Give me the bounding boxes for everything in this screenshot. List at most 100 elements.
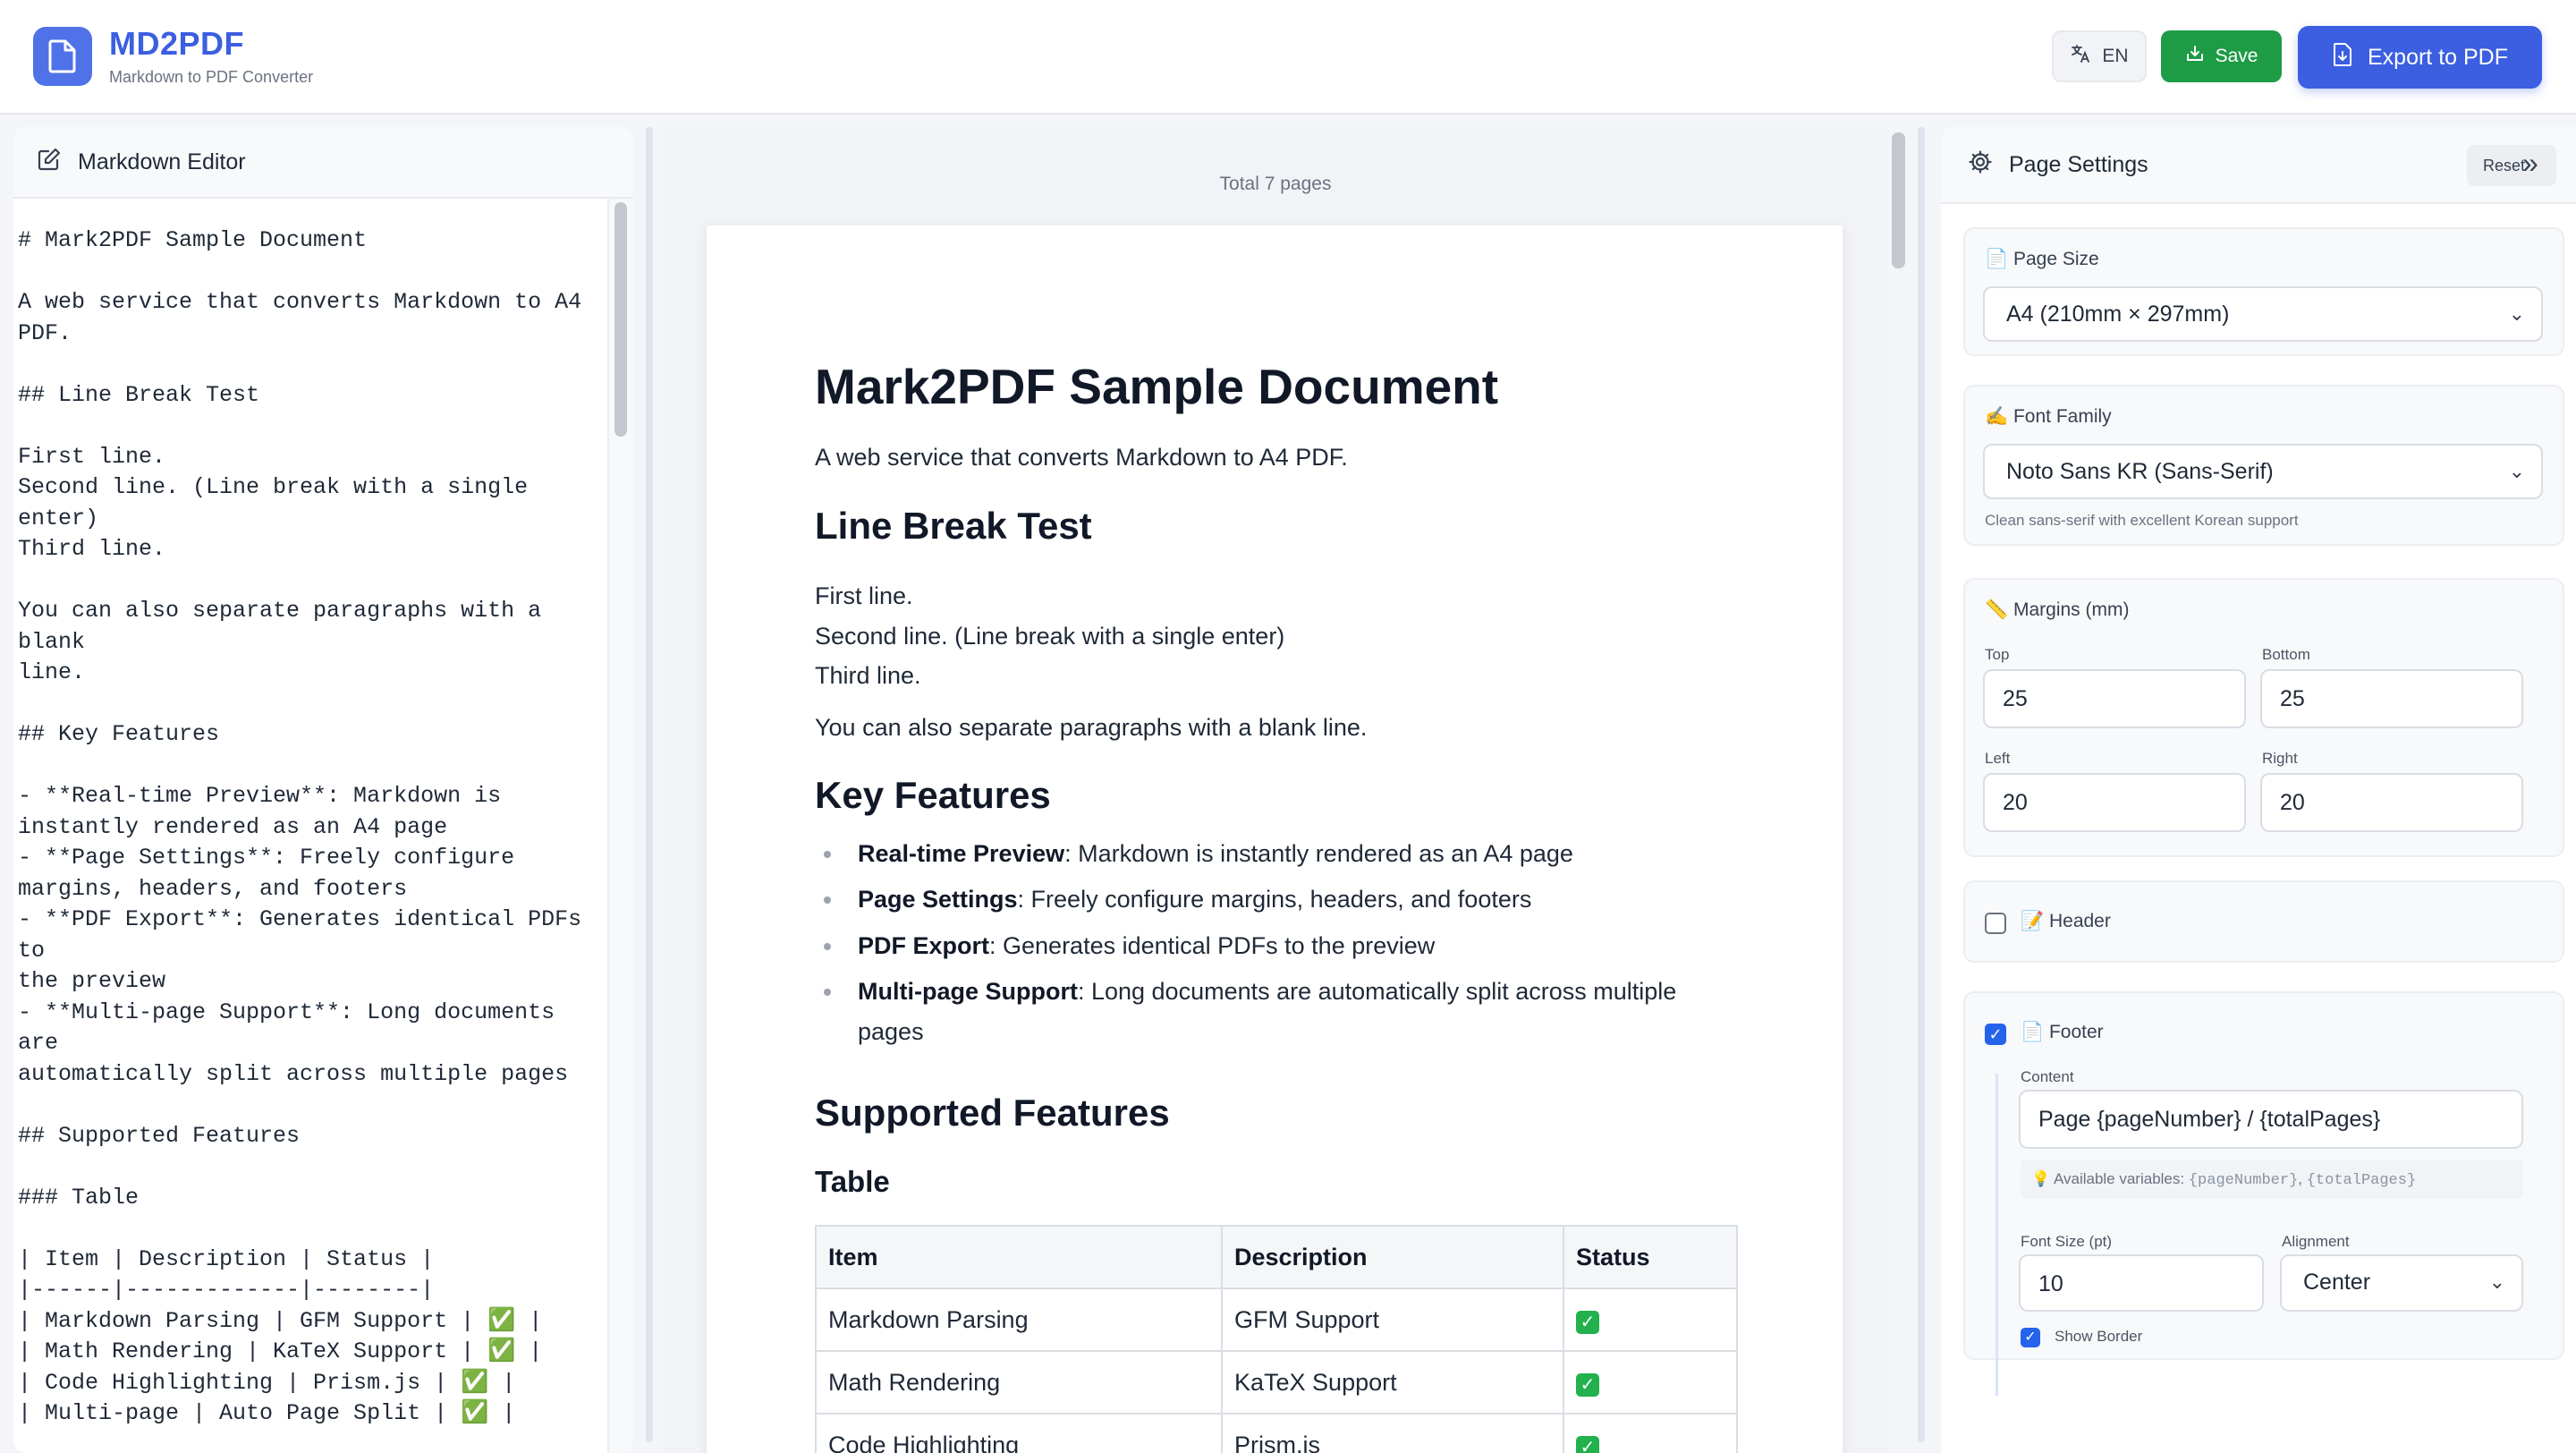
table-cell: ✓	[1563, 1413, 1738, 1453]
margin-bottom-input[interactable]: 25	[2260, 669, 2523, 728]
table-cell: ✓	[1563, 1350, 1738, 1415]
table-cell: KaTeX Support	[1221, 1350, 1564, 1415]
total-pages-label: Total 7 pages	[1219, 174, 1332, 194]
font-family-select[interactable]: Noto Sans KR (Sans-Serif) ⌄	[1983, 444, 2543, 499]
editor-header: Markdown Editor	[13, 127, 633, 199]
table-row: Code Highlighting Prism.js ✓	[815, 1413, 1738, 1453]
app-title: MD2PDF	[109, 25, 245, 62]
table-row: Math Rendering KaTeX Support ✓	[815, 1350, 1738, 1415]
font-family-label: ✍️ Font Family	[1985, 406, 2112, 427]
chevron-down-icon: ⌄	[2508, 460, 2525, 482]
footer-content-input[interactable]: Page {pageNumber} / {totalPages}	[2019, 1090, 2523, 1149]
margin-left-label: Left	[1985, 750, 2011, 767]
preview-line1: First line.	[815, 582, 913, 609]
feature-item: PDF Export: Generates identical PDFs to …	[824, 926, 1707, 966]
preview-h2-supported: Supported Features	[815, 1092, 1170, 1134]
document-icon	[33, 27, 92, 86]
footer-alignment-select[interactable]: Center ⌄	[2280, 1254, 2523, 1312]
footer-indent-line	[1996, 1074, 1998, 1396]
check-icon: ✓	[1576, 1435, 1599, 1453]
preview-h1: Mark2PDF Sample Document	[815, 359, 1499, 414]
show-border-label: Show Border	[2055, 1328, 2143, 1345]
preview-intro: A web service that converts Markdown to …	[815, 444, 1348, 471]
header-checkbox[interactable]	[1985, 913, 2006, 934]
table-cell: Prism.js	[1221, 1413, 1564, 1453]
settings-title: Page Settings	[2009, 151, 2148, 177]
language-label: EN	[2102, 46, 2129, 66]
app-subtitle: Markdown to PDF Converter	[109, 68, 314, 86]
vars-prefix: 💡 Available variables:	[2031, 1170, 2185, 1187]
editor-resize-handle[interactable]	[646, 127, 653, 1442]
table-cell: Math Rendering	[815, 1350, 1223, 1415]
table-header-row: Item Description Status	[815, 1225, 1738, 1289]
font-family-hint: Clean sans-serif with excellent Korean s…	[1985, 512, 2299, 529]
table-row: Markdown Parsing GFM Support ✓	[815, 1287, 1738, 1352]
table-header-cell: Description	[1221, 1225, 1564, 1289]
preview-line2: Second line. (Line break with a single e…	[815, 623, 1285, 650]
footer-card: ✓ 📄 Footer Content Page {pageNumber} / {…	[1963, 991, 2564, 1396]
page-settings-panel: Page Settings Reset » 📄 Page Size A4 (21…	[1941, 127, 2576, 1453]
reset-button[interactable]: Reset	[2467, 145, 2556, 186]
editor-title: Markdown Editor	[78, 149, 246, 174]
footer-font-size-input[interactable]: 10	[2019, 1254, 2264, 1312]
font-family-value: Noto Sans KR (Sans-Serif)	[2006, 459, 2274, 484]
preview-h2-key-features: Key Features	[815, 774, 1051, 816]
language-button[interactable]: EN	[2052, 30, 2147, 82]
edit-icon	[37, 147, 62, 178]
chevron-down-icon: ⌄	[2488, 1270, 2505, 1293]
chevron-down-icon: ⌄	[2508, 302, 2525, 325]
page-size-select[interactable]: A4 (210mm × 297mm) ⌄	[1983, 286, 2543, 342]
export-pdf-button[interactable]: Export to PDF	[2298, 26, 2542, 89]
preview-h3-table: Table	[815, 1165, 890, 1198]
header-card: 📝 Header	[1963, 880, 2564, 963]
alignment-value: Center	[2303, 1270, 2371, 1295]
collapse-panel-icon[interactable]: »	[2522, 147, 2538, 180]
table-cell: Markdown Parsing	[815, 1287, 1223, 1352]
markdown-editor-panel: Markdown Editor # Mark2PDF Sample Docume…	[13, 127, 633, 1453]
table-cell: GFM Support	[1221, 1287, 1564, 1352]
footer-checkbox[interactable]: ✓	[1985, 1024, 2006, 1045]
save-label: Save	[2215, 46, 2258, 66]
margins-card: 📏 Margins (mm) Top Bottom 25 25 Left Rig…	[1963, 578, 2564, 857]
font-family-card: ✍️ Font Family Noto Sans KR (Sans-Serif)…	[1963, 385, 2564, 546]
margins-label: 📏 Margins (mm)	[1985, 599, 2130, 620]
feature-item: Page Settings: Freely configure margins,…	[824, 879, 1707, 920]
save-icon	[2185, 44, 2205, 69]
page-size-card: 📄 Page Size A4 (210mm × 297mm) ⌄	[1963, 227, 2564, 356]
save-button[interactable]: Save	[2161, 30, 2282, 82]
footer-label: 📄 Footer	[2021, 1022, 2104, 1042]
footer-alignment-label: Alignment	[2282, 1233, 2350, 1250]
preview-table: Item Description Status Markdown Parsing…	[815, 1225, 1738, 1453]
preview-para-blank: You can also separate paragraphs with a …	[815, 714, 1368, 741]
settings-resize-handle[interactable]	[1918, 127, 1925, 1442]
margin-left-input[interactable]: 20	[1983, 773, 2246, 832]
header-label: 📝 Header	[2021, 911, 2111, 931]
footer-content-label: Content	[2021, 1068, 2074, 1085]
preview-panel: Total 7 pages Mark2PDF Sample Document A…	[664, 127, 1887, 1453]
margin-right-input[interactable]: 20	[2260, 773, 2523, 832]
margin-top-input[interactable]: 25	[1983, 669, 2246, 728]
page-size-value: A4 (210mm × 297mm)	[2006, 302, 2230, 327]
margin-bottom-label: Bottom	[2262, 646, 2310, 663]
feature-item: Real-time Preview: Markdown is instantly…	[824, 834, 1707, 874]
available-variables: 💡 Available variables: {pageNumber}, {to…	[2021, 1160, 2523, 1199]
preview-scrollbar-thumb[interactable]	[1892, 132, 1905, 268]
check-icon: ✓	[1576, 1310, 1599, 1334]
top-bar: MD2PDF Markdown to PDF Converter EN Save…	[0, 0, 2576, 115]
margin-top-label: Top	[1985, 646, 2010, 663]
page-size-label: 📄 Page Size	[1985, 249, 2099, 269]
feature-item: Multi-page Support: Long documents are a…	[824, 972, 1707, 1052]
markdown-textarea[interactable]: # Mark2PDF Sample Document A web service…	[13, 199, 607, 1453]
margin-right-label: Right	[2262, 750, 2298, 767]
file-download-icon	[2332, 42, 2353, 73]
table-cell: ✓	[1563, 1287, 1738, 1352]
check-icon: ✓	[1576, 1372, 1599, 1397]
show-border-checkbox[interactable]: ✓	[2021, 1328, 2040, 1347]
table-header-cell: Item	[815, 1225, 1223, 1289]
preview-h2-line-break: Line Break Test	[815, 505, 1092, 547]
translate-icon	[2070, 43, 2091, 70]
editor-scrollbar-thumb[interactable]	[614, 202, 627, 437]
export-label: Export to PDF	[2368, 44, 2508, 70]
table-cell: Code Highlighting	[815, 1413, 1223, 1453]
var-total-pages: {totalPages}	[2306, 1172, 2417, 1189]
